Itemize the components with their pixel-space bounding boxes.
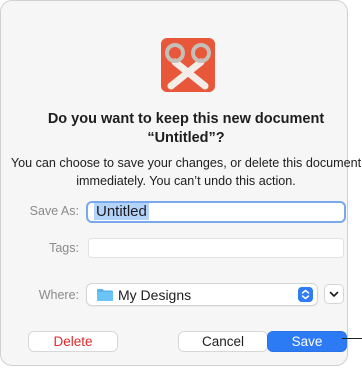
where-popup-button[interactable]: My Designs [86, 283, 318, 306]
expand-browser-button[interactable] [324, 284, 344, 304]
save-as-input[interactable]: Untitled [86, 201, 346, 223]
where-value: My Designs [118, 287, 192, 303]
folder-icon [97, 289, 113, 301]
save-dialog: Do you want to keep this new document “U… [0, 0, 361, 366]
save-button[interactable]: Save [267, 331, 347, 352]
delete-button[interactable]: Delete [28, 331, 118, 352]
chevron-up-down-icon [298, 287, 313, 302]
where-label: Where: [38, 288, 79, 302]
dialog-title: Do you want to keep this new document “U… [47, 111, 325, 146]
save-as-label: Save As: [29, 204, 79, 218]
chevron-down-icon [329, 291, 339, 297]
save-as-value[interactable]: Untitled [94, 203, 149, 220]
scissors-app-icon [161, 38, 215, 92]
tags-label: Tags: [49, 241, 79, 255]
cancel-button[interactable]: Cancel [178, 331, 268, 352]
pointer-line [342, 338, 362, 339]
dialog-message: You can choose to save your changes, or … [10, 156, 362, 188]
tags-input[interactable] [88, 238, 344, 258]
